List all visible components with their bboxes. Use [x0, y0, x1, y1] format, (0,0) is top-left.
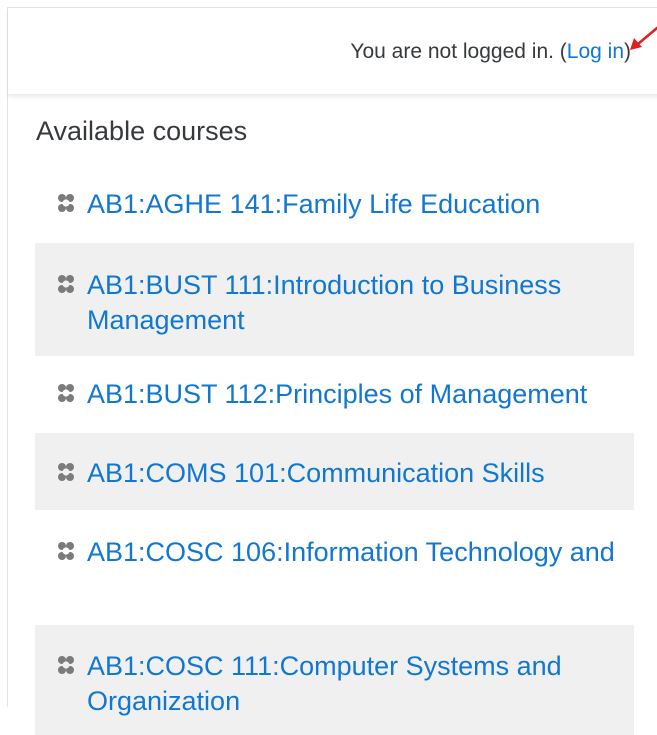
course-list: AB1:AGHE 141:Family Life Education AB1:B… — [35, 166, 634, 735]
course-link[interactable]: AB1:AGHE 141:Family Life Education — [87, 187, 540, 222]
course-icon — [58, 194, 74, 212]
list-item: AB1:BUST 111:Introduction to Business Ma… — [35, 243, 634, 356]
course-icon — [58, 384, 74, 402]
list-item: AB1:AGHE 141:Family Life Education — [35, 166, 634, 243]
course-icon — [58, 542, 74, 560]
course-icon — [58, 463, 74, 481]
course-link[interactable]: AB1:COMS 101:Communication Skills — [87, 456, 545, 491]
red-arrow-icon — [630, 26, 657, 50]
list-item: AB1:COSC 106:Information Technology and — [35, 510, 634, 625]
page-title: Available courses — [36, 116, 248, 146]
course-icon — [58, 656, 74, 674]
list-item: AB1:COSC 111:Computer Systems and Organi… — [35, 625, 634, 735]
login-prefix: You are not logged in. ( — [350, 40, 567, 63]
course-icon — [58, 275, 74, 293]
course-link[interactable]: AB1:COSC 111:Computer Systems and Organi… — [87, 649, 622, 719]
course-link[interactable]: AB1:COSC 106:Information Technology and — [87, 535, 615, 570]
list-item: AB1:COMS 101:Communication Skills — [35, 433, 634, 510]
login-info: You are not logged in. (Log in) — [350, 40, 631, 64]
login-link[interactable]: Log in — [567, 40, 624, 63]
page-frame: You are not logged in. (Log in) Availabl… — [7, 7, 657, 735]
login-bar: You are not logged in. (Log in) — [8, 8, 657, 95]
course-link[interactable]: AB1:BUST 112:Principles of Management — [87, 377, 587, 412]
course-link[interactable]: AB1:BUST 111:Introduction to Business Ma… — [87, 268, 622, 338]
list-item: AB1:BUST 112:Principles of Management — [35, 356, 634, 433]
